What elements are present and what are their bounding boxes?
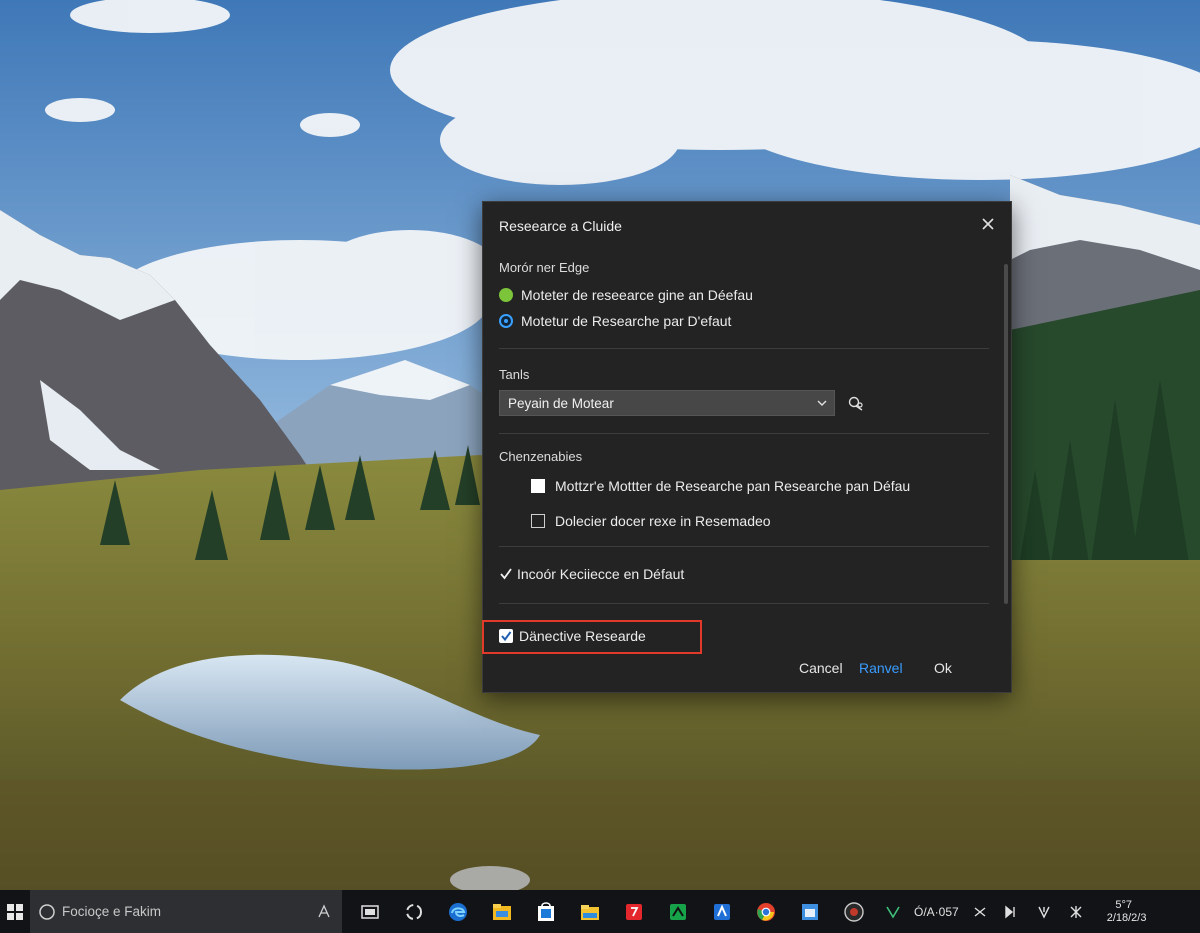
radio-selected-icon[interactable] xyxy=(499,288,513,302)
checkmark-icon xyxy=(501,631,512,642)
windows-start-icon[interactable] xyxy=(0,890,30,933)
divider xyxy=(499,433,989,434)
checkmark-icon[interactable] xyxy=(499,567,513,581)
calendar-icon[interactable] xyxy=(788,890,832,933)
divider xyxy=(499,546,989,547)
search-settings-dialog: Reseearce a Cluide Morór ner Edge Motete… xyxy=(482,201,1012,693)
search-icon xyxy=(39,903,55,920)
ok-button[interactable]: Ok xyxy=(934,660,952,676)
cortana-icon[interactable] xyxy=(392,890,436,933)
tray-status-text: Ó/A·057 xyxy=(914,904,959,919)
file-explorer-icon[interactable] xyxy=(480,890,524,933)
dialog-title: Reseearce a Cluide xyxy=(499,218,622,234)
checkbox-2[interactable] xyxy=(531,514,545,528)
task-view-icon[interactable] xyxy=(348,890,392,933)
action-center-icon[interactable] xyxy=(1065,901,1087,923)
green-app-icon[interactable] xyxy=(656,890,700,933)
search-engine-select[interactable]: Peyain de Motear xyxy=(499,390,835,416)
divider xyxy=(499,603,989,604)
checkbox-2-label: Dolecier docer rexe in Resemadeo xyxy=(555,513,771,529)
blue-app-icon[interactable] xyxy=(700,890,744,933)
bluetooth-icon[interactable] xyxy=(969,901,991,923)
microphone-icon[interactable] xyxy=(316,903,332,919)
radio-option-1-label: Moteter de reseearce gine an Déefau xyxy=(521,287,753,303)
volume-icon[interactable] xyxy=(1001,901,1023,923)
taskbar-search-box[interactable]: Focioçe e Fakim xyxy=(30,890,342,933)
checkbox-1[interactable] xyxy=(531,479,545,493)
checkbox-row-2[interactable]: Dolecier docer rexe in Resemadeo xyxy=(531,513,771,529)
section-label-tanls: Tanls xyxy=(499,367,530,382)
checkbox-4[interactable] xyxy=(499,629,513,643)
section-label-changeables: Chenzenabies xyxy=(499,449,583,464)
system-tray: Ó/A·057 5°7 2/18/2/3 xyxy=(882,898,1147,925)
chevron-down-icon xyxy=(817,400,827,406)
red-app-icon[interactable] xyxy=(612,890,656,933)
close-icon[interactable] xyxy=(979,215,997,233)
folder-icon[interactable] xyxy=(568,890,612,933)
radio-option-1[interactable]: Moteter de reseearce gine an Déefau xyxy=(499,287,753,303)
checkbox-3-label: Incoór Keciiecce en Défaut xyxy=(517,566,685,582)
radio-info-icon[interactable] xyxy=(499,314,513,328)
ranvel-button[interactable]: Ranvel xyxy=(859,660,903,676)
store-icon[interactable] xyxy=(524,890,568,933)
edit-icon[interactable] xyxy=(847,395,865,413)
radio-option-2-label: Motetur de Researche par D'efaut xyxy=(521,313,732,329)
section-label-edge: Morór ner Edge xyxy=(499,260,590,275)
divider xyxy=(499,348,989,349)
wifi-icon[interactable] xyxy=(1033,901,1055,923)
checkbox-1-label: Mottzr'e Mottter de Researche pan Resear… xyxy=(555,478,911,494)
radio-option-2[interactable]: Motetur de Researche par D'efaut xyxy=(499,313,731,329)
search-placeholder: Focioçe e Fakim xyxy=(62,904,162,919)
clock[interactable]: 5°7 2/18/2/3 xyxy=(1106,898,1147,925)
media-icon[interactable] xyxy=(832,890,876,933)
cancel-button[interactable]: Cancel xyxy=(799,660,843,676)
dialog-scrollbar[interactable] xyxy=(1004,264,1008,604)
edge-icon[interactable] xyxy=(436,890,480,933)
checkbox-4-label: Dänective Researde xyxy=(519,628,646,644)
select-value: Peyain de Motear xyxy=(508,395,614,411)
chrome-icon[interactable] xyxy=(744,890,788,933)
checkbox-row-1[interactable]: Mottzr'e Mottter de Researche pan Resear… xyxy=(531,478,910,494)
network-icon[interactable] xyxy=(882,901,904,923)
checkbox-row-4[interactable]: Dänective Researde xyxy=(499,628,646,644)
clock-date: 2/18/2/3 xyxy=(1106,911,1147,924)
clock-time: 5°7 xyxy=(1115,898,1133,911)
taskbar: Focioçe e Fakim Ó/A·057 5°7 2/18/2/3 xyxy=(0,890,1200,933)
checkbox-row-3[interactable]: Incoór Keciiecce en Défaut xyxy=(499,566,684,582)
